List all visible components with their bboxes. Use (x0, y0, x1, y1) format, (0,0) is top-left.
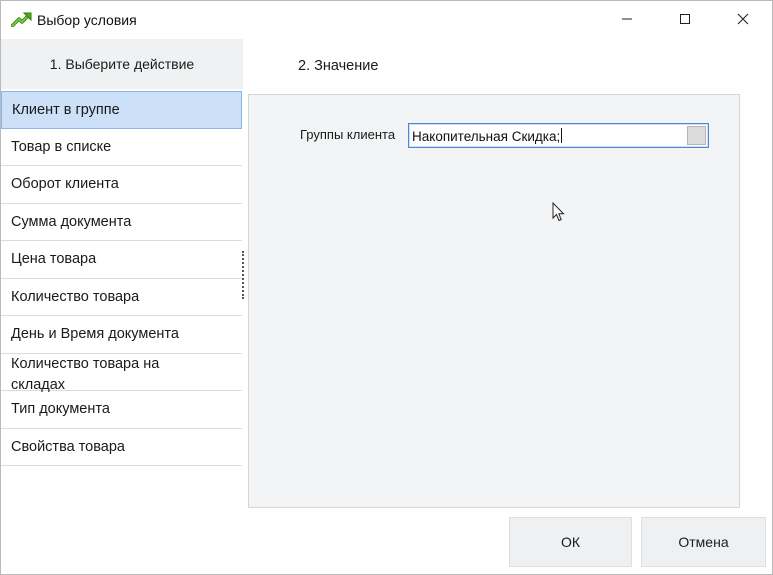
action-item-product-quantity[interactable]: Количество товара (1, 278, 242, 316)
value-section-title: 2. Значение (298, 58, 379, 74)
action-item-label: Свойства товара (11, 438, 125, 455)
close-icon (737, 12, 749, 28)
mouse-cursor-icon (552, 201, 566, 224)
action-item-label: Оборот клиента (11, 176, 119, 193)
action-item-product-properties[interactable]: Свойства товара (1, 428, 242, 466)
ok-button[interactable]: ОК (509, 517, 632, 567)
text-caret (561, 128, 563, 143)
action-item-label: Количество товара на складах (11, 355, 160, 393)
client-groups-value-text: Накопительная Скидка; (412, 129, 561, 144)
action-item-document-datetime[interactable]: День и Время документа (1, 316, 242, 354)
green-arrow-icon (10, 11, 33, 28)
action-item-client-in-group[interactable]: Клиент в группе (1, 91, 242, 129)
action-list: Клиент в группе Товар в списке Оборот кл… (1, 91, 242, 466)
action-item-label: Цена товара (11, 251, 97, 268)
minimize-icon (621, 12, 633, 28)
client-groups-value: Накопительная Скидка; (412, 128, 563, 144)
action-item-label: Сумма документа (11, 213, 132, 230)
action-item-product-in-list[interactable]: Товар в списке (1, 128, 242, 166)
panel-splitter[interactable] (242, 251, 246, 299)
close-button[interactable] (714, 1, 772, 39)
client-groups-picker-button[interactable] (687, 126, 706, 145)
maximize-button[interactable] (656, 1, 714, 39)
action-item-document-type[interactable]: Тип документа (1, 391, 242, 429)
action-panel-header: 1. Выберите действие (1, 39, 243, 89)
client-groups-field[interactable]: Накопительная Скидка; (408, 123, 709, 148)
window-title: Выбор условия (37, 12, 137, 28)
action-item-label: Товар в списке (11, 138, 112, 155)
maximize-icon (679, 12, 691, 28)
action-item-label: Количество товара (11, 288, 140, 305)
action-item-document-sum[interactable]: Сумма документа (1, 203, 242, 241)
action-panel: 1. Выберите действие Клиент в группе Тов… (1, 39, 243, 511)
action-item-label: День и Время документа (11, 326, 179, 343)
action-item-product-price[interactable]: Цена товара (1, 241, 242, 279)
condition-dialog: Выбор условия 1. Выберите действие Клиен… (0, 0, 773, 575)
title-bar[interactable]: Выбор условия (1, 1, 772, 39)
action-item-client-turnover[interactable]: Оборот клиента (1, 166, 242, 204)
minimize-button[interactable] (598, 1, 656, 39)
action-item-warehouse-quantity[interactable]: Количество товара на складах (1, 353, 242, 393)
action-item-label: Клиент в группе (12, 101, 120, 118)
action-item-label: Тип документа (11, 401, 110, 418)
client-groups-label: Группы клиента (300, 127, 396, 142)
cancel-button[interactable]: Отмена (641, 517, 766, 567)
value-panel: Группы клиента Накопительная Скидка; (248, 94, 740, 508)
